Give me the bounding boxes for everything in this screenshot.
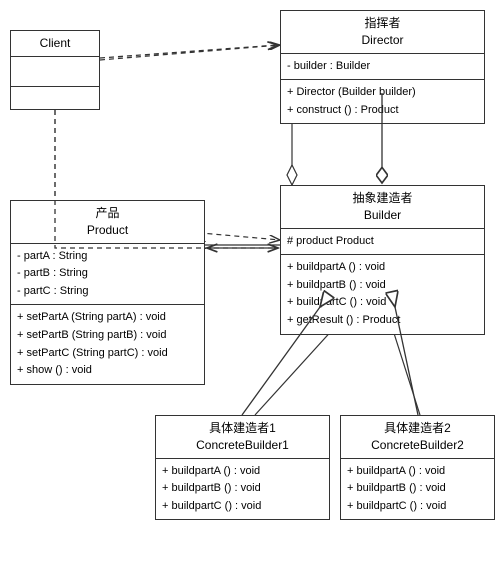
product-name-en: Product (17, 222, 198, 239)
builder-name-en: Builder (287, 207, 478, 224)
product-header: 产品 Product (11, 201, 204, 244)
concrete2-method-1: + buildpartA () : void (347, 463, 488, 481)
concrete2-name-zh: 具体建造者2 (347, 420, 488, 437)
director-name-zh: 指挥者 (287, 15, 478, 32)
product-method-1: + setPartA (String partA) : void (17, 309, 198, 327)
client-to-director-arrow (100, 45, 280, 60)
director-builder-diamond (287, 165, 297, 185)
client-header: Client (11, 31, 99, 57)
concrete-builder-1-box: 具体建造者1 ConcreteBuilder1 + buildpartA () … (155, 415, 330, 520)
director-box: 指挥者 Director - builder : Builder + Direc… (280, 10, 485, 124)
director-name-en: Director (287, 32, 478, 49)
concrete1-header: 具体建造者1 ConcreteBuilder1 (156, 416, 329, 459)
product-attributes: - partA : String - partB : String - part… (11, 244, 204, 306)
concrete1-method-2: + buildpartB () : void (162, 480, 323, 498)
builder-attr-1: # product Product (287, 233, 478, 251)
line-client-director (100, 45, 278, 58)
concrete1-name-zh: 具体建造者1 (162, 420, 323, 437)
product-attr-2: - partB : String (17, 265, 198, 283)
concrete2-name-en: ConcreteBuilder2 (347, 437, 488, 454)
product-method-3: + setPartC (String partC) : void (17, 345, 198, 363)
director-header: 指挥者 Director (281, 11, 484, 54)
client-section2 (11, 87, 99, 117)
builder-header: 抽象建造者 Builder (281, 186, 484, 229)
concrete-builder-2-box: 具体建造者2 ConcreteBuilder2 + buildpartA () … (340, 415, 495, 520)
product-method-2: + setPartB (String partB) : void (17, 327, 198, 345)
builder-methods: + buildpartA () : void + buildpartB () :… (281, 255, 484, 333)
builder-box: 抽象建造者 Builder # product Product + buildp… (280, 185, 485, 335)
product-attr-3: - partC : String (17, 283, 198, 301)
concrete1-method-1: + buildpartA () : void (162, 463, 323, 481)
concrete2-method-2: + buildpartB () : void (347, 480, 488, 498)
concrete1-method-3: + buildpartC () : void (162, 498, 323, 516)
builder-method-2: + buildpartB () : void (287, 277, 478, 295)
director-attributes: - builder : Builder (281, 54, 484, 81)
client-section1 (11, 57, 99, 87)
builder-method-4: + getResult () : Product (287, 312, 478, 330)
concrete2-methods: + buildpartA () : void + buildpartB () :… (341, 459, 494, 520)
concrete1-methods: + buildpartA () : void + buildpartB () :… (156, 459, 329, 520)
builder-method-3: + buildpartC () : void (287, 294, 478, 312)
client-name: Client (40, 36, 71, 50)
builder-name-zh: 抽象建造者 (287, 190, 478, 207)
director-method-2: + construct () : Product (287, 102, 478, 120)
concrete2-header: 具体建造者2 ConcreteBuilder2 (341, 416, 494, 459)
product-box: 产品 Product - partA : String - partB : St… (10, 200, 205, 385)
director-method-1: + Director (Builder builder) (287, 84, 478, 102)
product-methods: + setPartA (String partA) : void + setPa… (11, 305, 204, 383)
diagram: Director (Client right side to Director … (0, 0, 500, 576)
builder-method-1: + buildpartA () : void (287, 259, 478, 277)
product-method-4: + show () : void (17, 362, 198, 380)
director-attr-1: - builder : Builder (287, 58, 478, 76)
product-attr-1: - partA : String (17, 248, 198, 266)
director-methods: + Director (Builder builder) + construct… (281, 80, 484, 123)
concrete2-method-3: + buildpartC () : void (347, 498, 488, 516)
product-name-zh: 产品 (17, 205, 198, 222)
client-box: Client (10, 30, 100, 110)
builder-attributes: # product Product (281, 229, 484, 256)
concrete1-name-en: ConcreteBuilder1 (162, 437, 323, 454)
